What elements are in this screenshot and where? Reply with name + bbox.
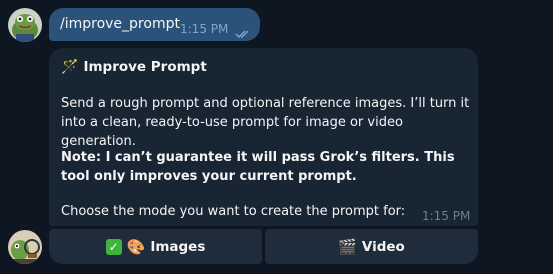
images-button[interactable]: ✓ 🎨 Images: [49, 229, 262, 264]
bot-avatar[interactable]: [8, 230, 42, 264]
message-paragraph-choose: Choose the mode you want to create the p…: [61, 204, 406, 219]
outgoing-message-text[interactable]: /improve_prompt: [60, 16, 180, 32]
message-paragraph-note: Note: I can’t guarantee it will pass Gro…: [61, 150, 455, 184]
clapper-board-icon: 🎬: [338, 237, 357, 256]
message-title-text: Improve Prompt: [83, 59, 207, 75]
outgoing-message-time: 1:15 PM: [180, 22, 229, 36]
message-title: 🪄 Improve Prompt: [61, 59, 207, 75]
video-button-label: Video: [361, 238, 405, 255]
palette-icon: 🎨: [126, 237, 146, 256]
incoming-message[interactable]: 🪄 Improve Prompt Send a rough prompt and…: [49, 48, 478, 226]
magic-wand-icon: 🪄: [61, 59, 79, 75]
images-button-label: Images: [150, 238, 206, 255]
incoming-message-time: 1:15 PM: [422, 209, 471, 223]
user-avatar[interactable]: [8, 8, 42, 42]
outgoing-message[interactable]: /improve_prompt 1:15 PM: [49, 8, 260, 41]
video-button[interactable]: 🎬 Video: [265, 229, 478, 264]
double-check-icon: [235, 24, 251, 43]
check-mark-icon: ✓: [105, 238, 122, 255]
message-paragraph-intro: Send a rough prompt and optional referen…: [61, 96, 470, 149]
